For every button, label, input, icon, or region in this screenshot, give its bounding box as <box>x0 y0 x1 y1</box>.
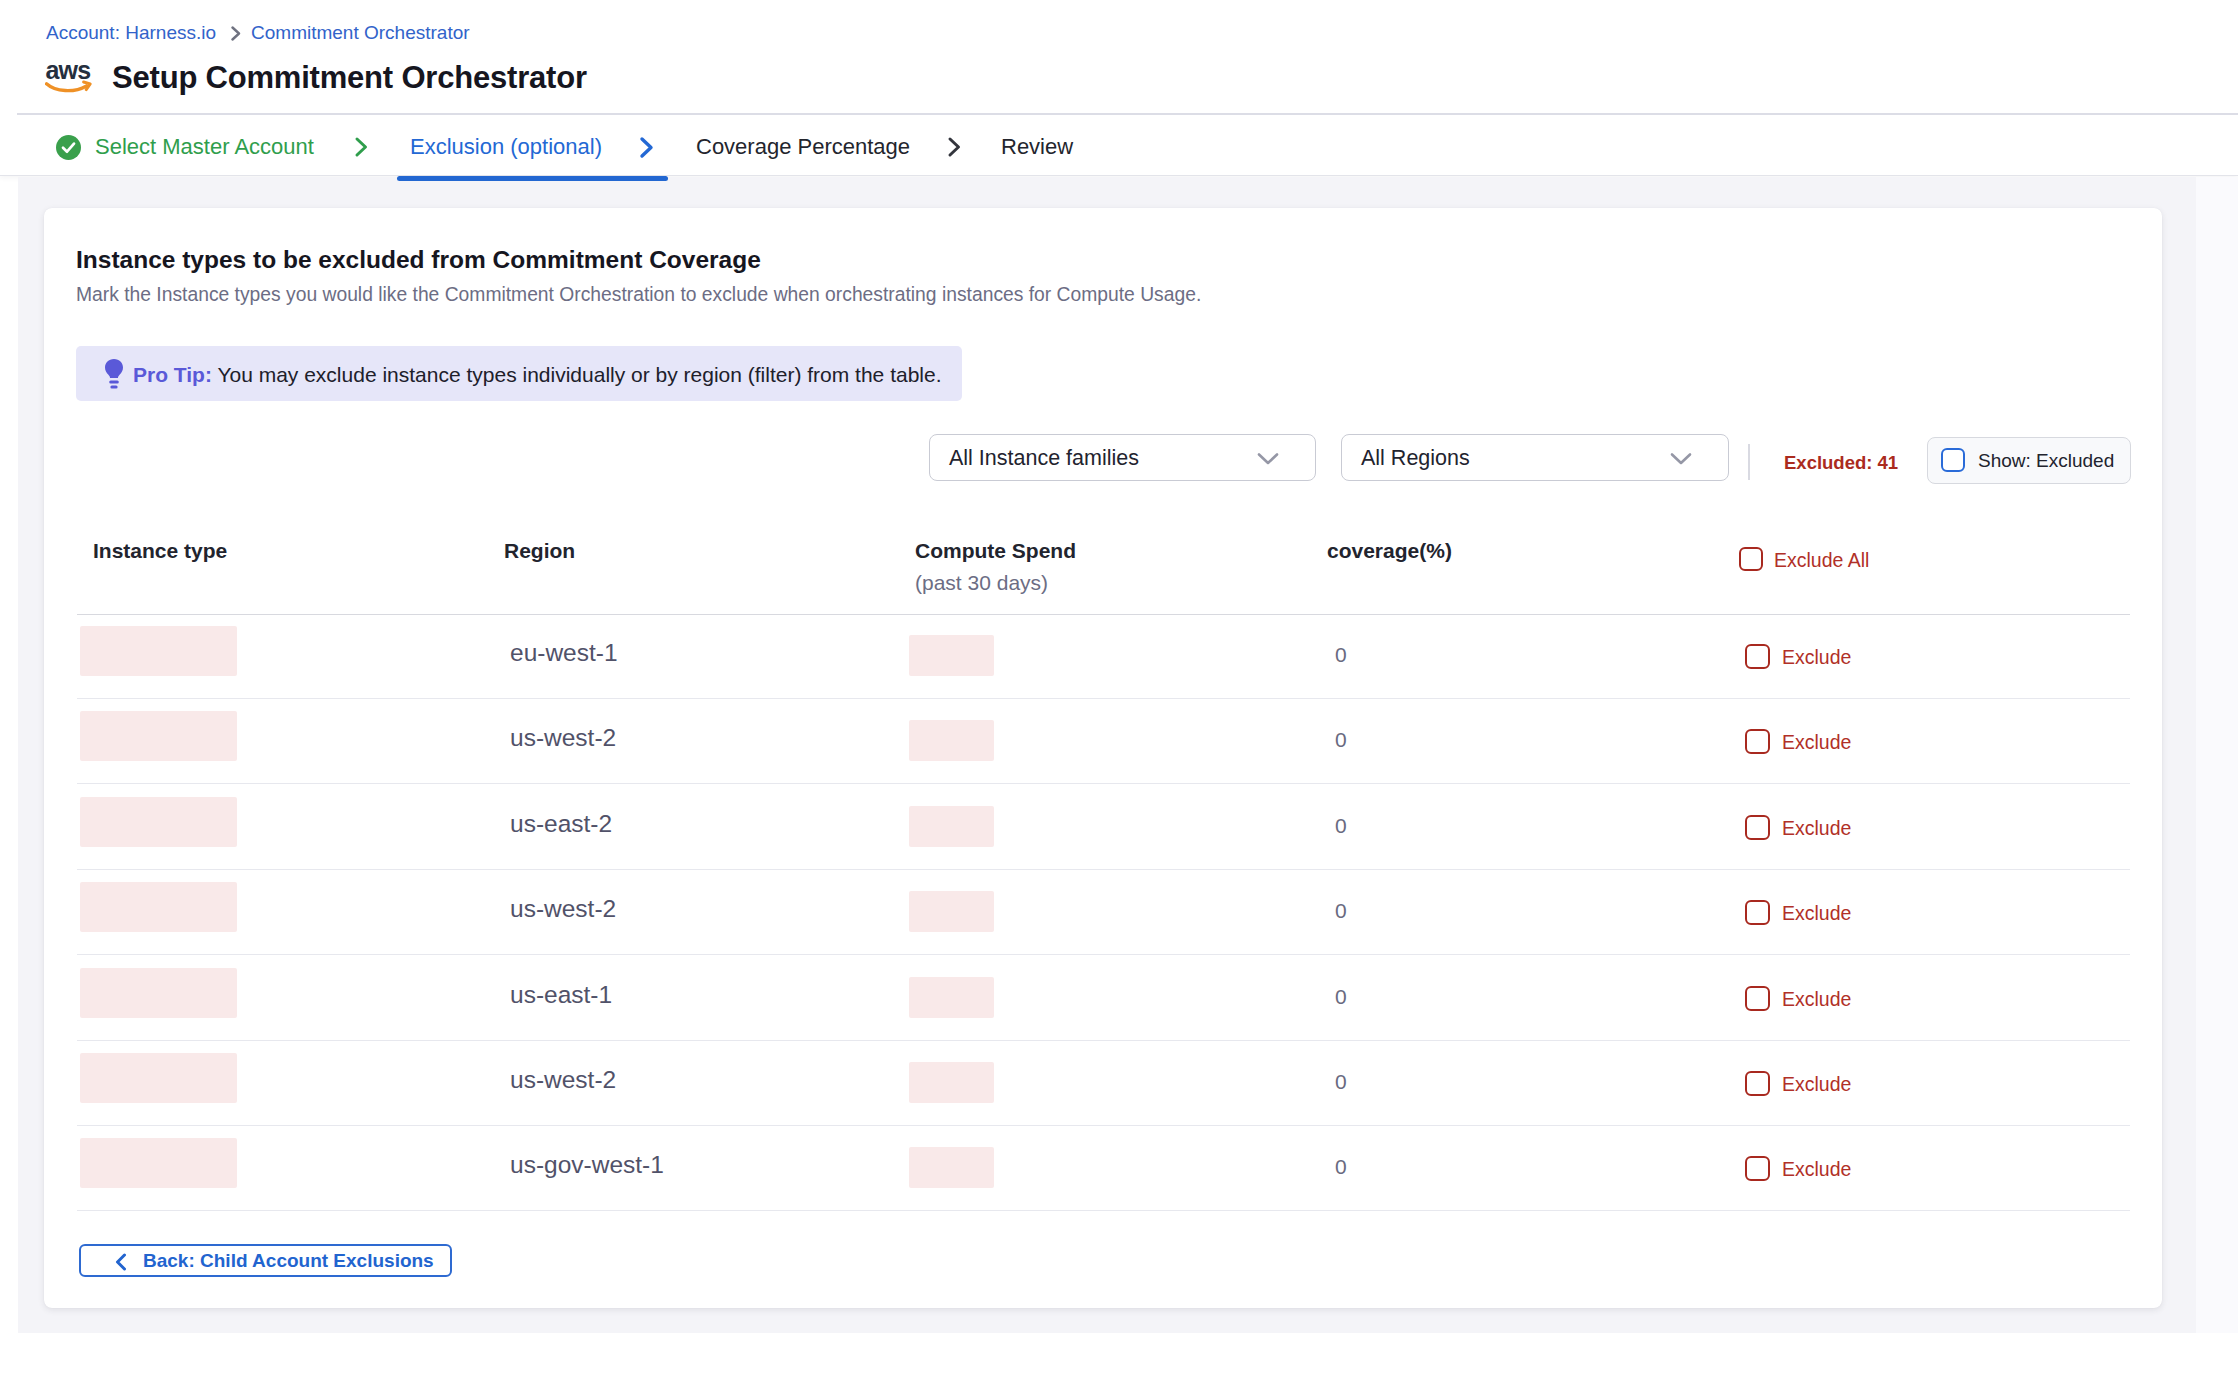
svg-text:aws: aws <box>46 58 91 84</box>
